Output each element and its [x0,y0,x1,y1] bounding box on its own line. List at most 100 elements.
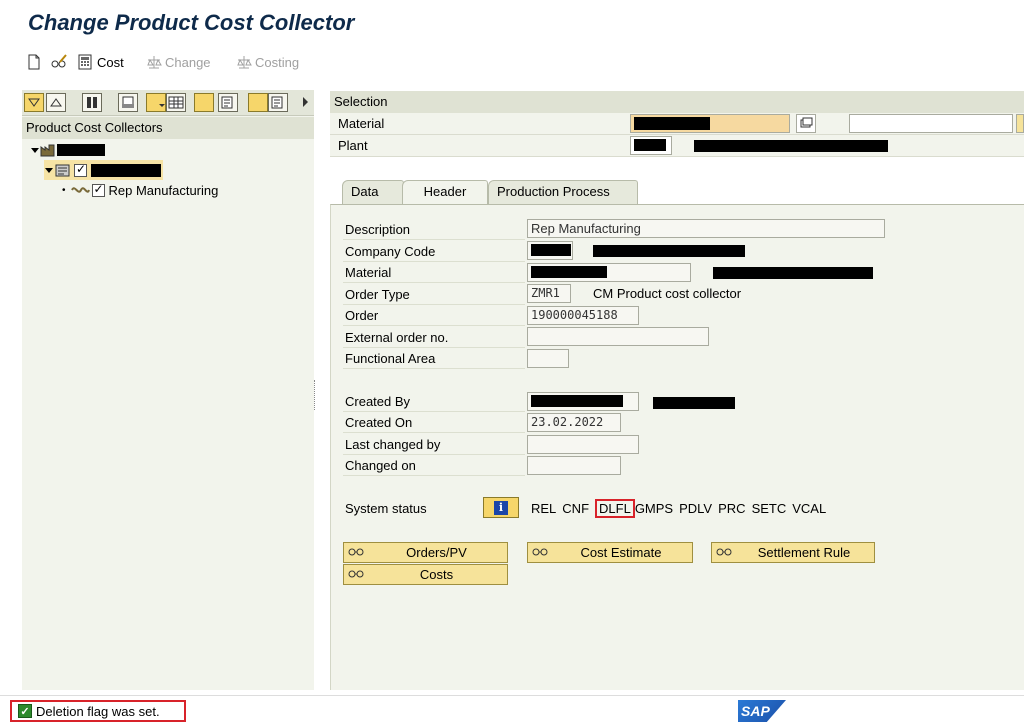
selection-plant-row: Plant [330,135,1024,157]
spacer [330,158,1024,180]
functional-area-field[interactable] [527,349,569,368]
redacted-text [531,395,623,407]
created-by-field[interactable] [527,392,639,411]
plant-label: Plant [338,138,368,153]
collapse-arrow-icon[interactable] [30,145,40,155]
scroll-right-icon[interactable] [302,96,310,112]
display-change-button[interactable] [50,52,67,72]
success-check-icon: ✓ [18,704,32,718]
glasses-icon [346,543,366,562]
tab-header[interactable]: Header [402,180,488,204]
redacted-text [634,139,666,151]
app-toolbar: Cost Change Costing [0,44,1024,80]
costs-button[interactable]: Costs [343,564,508,585]
new-document-button[interactable] [26,52,42,72]
divider [343,475,525,476]
created-by-label: Created By [345,394,411,409]
tree-panel: Product Cost Collectors • Rep Manufactur… [22,90,314,690]
sap-logo: SAP [738,700,786,722]
dropdown-button-2[interactable] [194,93,214,112]
material-input[interactable] [630,114,790,133]
panel-splitter[interactable] [314,380,318,410]
expand-all-button[interactable] [24,93,44,112]
cost-button[interactable]: Cost [78,52,124,72]
bullet-icon: • [62,184,66,196]
status-code: PDLV [679,501,713,516]
order-label: Order [345,308,379,323]
status-info-button[interactable]: i [483,497,519,518]
material-text-field[interactable] [849,114,1013,133]
description-field[interactable]: Rep Manufacturing [527,219,885,238]
changed-on-field[interactable] [527,456,621,475]
settlement-rule-button[interactable]: Settlement Rule [711,542,875,563]
status-codes: REL CNF DLFL GMPS PDLV PRC SETC VCAL [531,499,826,518]
checkbox-icon [91,182,105,197]
more-button[interactable] [1016,114,1024,133]
calculator-icon [78,54,94,70]
change-button[interactable]: Change [146,52,211,72]
collapse-arrow-icon[interactable] [44,165,54,175]
created-on-field[interactable]: 23.02.2022 [527,413,621,432]
glasses-pencil-icon [50,54,67,70]
redacted-text [531,244,571,256]
tab-data[interactable]: Data [342,180,404,204]
settlement-rule-label: Settlement Rule [757,545,851,560]
export-button[interactable] [218,93,238,112]
layout-button[interactable] [268,93,288,112]
divider [343,432,525,433]
plant-input[interactable] [630,136,672,155]
changed-on-label: Changed on [345,458,416,473]
divider [343,454,525,455]
redacted-text [91,163,161,177]
header-tab-body: Description Rep Manufacturing Company Co… [330,204,1024,690]
last-changed-by-field[interactable] [527,435,639,454]
order-type-field[interactable]: ZMR1 [527,284,571,303]
tree-toolbar [22,90,314,116]
copy-button[interactable] [796,114,816,133]
tree-leaf-label: Rep Manufacturing [108,182,219,198]
print-button[interactable] [118,93,138,112]
page-title: Change Product Cost Collector [28,10,355,35]
external-order-field[interactable] [527,327,709,346]
tree-node-collector[interactable] [44,160,163,180]
tree-node-plant[interactable] [30,140,105,160]
company-code-field[interactable] [527,241,573,260]
dropdown-button[interactable] [146,93,166,112]
routing-icon [70,187,90,193]
costs-label: Costs [419,567,454,582]
status-code: VCAL [792,501,827,516]
collapse-all-button[interactable] [46,93,66,112]
material-field[interactable] [527,263,691,282]
divider [343,282,525,283]
order-icon [55,164,70,177]
tree-node-rep-manufacturing[interactable]: • Rep Manufacturing [62,180,218,200]
last-changed-by-label: Last changed by [345,437,441,452]
scale-icon [236,54,252,70]
status-code: CNF [562,501,590,516]
description-label: Description [345,222,411,237]
selection-header: Selection [330,91,1024,113]
cost-estimate-button[interactable]: Cost Estimate [527,542,693,563]
factory-icon [40,144,55,157]
dropdown-button-3[interactable] [248,93,268,112]
redacted-text [634,117,710,130]
system-status-label: System status [345,501,427,516]
find-button[interactable] [82,93,102,112]
divider [343,239,525,240]
orders-pv-label: Orders/PV [406,545,467,560]
order-field[interactable]: 190000045188 [527,306,639,325]
tab-production-process[interactable]: Production Process [488,180,638,204]
glasses-icon [714,543,734,562]
status-message[interactable]: ✓ Deletion flag was set. [10,700,186,722]
order-type-value: ZMR1 [531,286,560,300]
orders-pv-button[interactable]: Orders/PV [343,542,508,563]
scale-icon [146,54,162,70]
table-view-button[interactable] [166,93,186,112]
company-code-label: Company Code [345,244,436,259]
costing-button[interactable]: Costing [236,52,299,72]
cost-estimate-label: Cost Estimate [580,545,662,560]
status-code: REL [531,501,557,516]
redacted-text [57,144,105,156]
redacted-text [531,266,607,278]
created-on-label: Created On [345,415,413,430]
